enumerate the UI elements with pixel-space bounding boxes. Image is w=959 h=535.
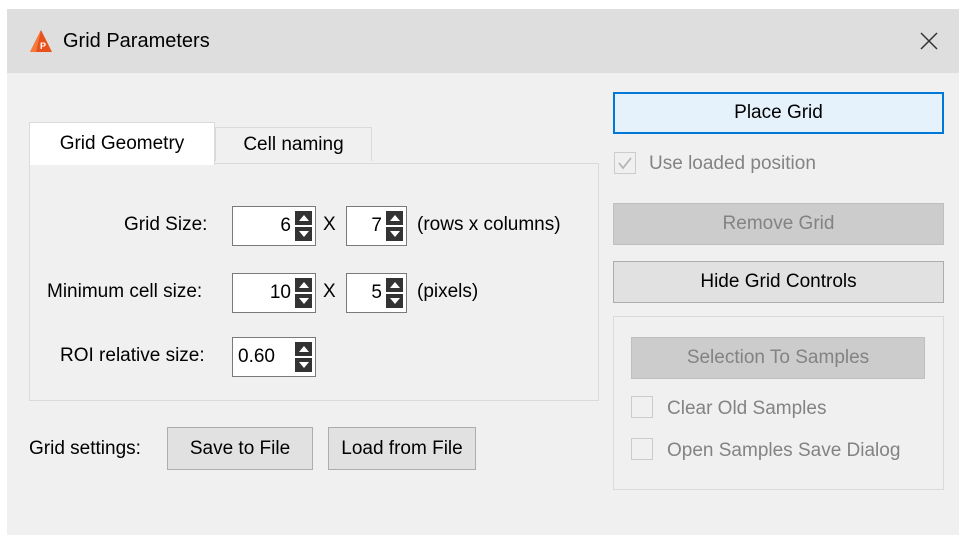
grid-cols-down-icon[interactable] [386,227,403,241]
clear-old-samples-checkbox[interactable] [631,396,653,418]
grid-rows-up-icon[interactable] [295,211,312,225]
save-to-file-button[interactable]: Save to File [167,427,313,470]
tab-cell-naming-label: Cell naming [243,133,344,155]
load-from-file-button[interactable]: Load from File [328,427,476,470]
use-loaded-position-checkbox[interactable] [614,152,636,174]
selection-to-samples-label: Selection To Samples [686,347,870,368]
roi-relative-size-label: ROI relative size: [60,345,205,366]
grid-size-units: (rows x columns) [417,214,561,235]
selection-to-samples-button[interactable]: Selection To Samples [631,337,925,379]
roi-relative-size-down-icon[interactable] [295,358,312,372]
tab-grid-geometry-label: Grid Geometry [59,133,185,154]
min-cell-width-down-icon[interactable] [295,294,312,308]
grid-cols-spinner[interactable]: 7 [346,206,407,246]
min-cell-height-up-icon[interactable] [386,278,403,292]
grid-cols-up-icon[interactable] [386,211,403,225]
clear-old-samples-label: Clear Old Samples [667,398,827,419]
load-from-file-label: Load from File [341,437,463,459]
app-logo-icon: P [29,29,53,53]
tab-cell-naming[interactable]: Cell naming [215,127,372,161]
grid-rows-spinner[interactable]: 6 [232,206,316,246]
place-grid-label: Place Grid [734,102,823,123]
open-samples-save-dialog-checkbox[interactable] [631,438,653,460]
min-cell-size-label: Minimum cell size: [47,281,203,302]
min-cell-width-value: 10 [269,282,291,303]
min-cell-width-up-icon[interactable] [295,278,312,292]
tab-grid-geometry[interactable]: Grid Geometry [29,122,215,165]
grid-cols-value: 7 [371,215,382,236]
hide-grid-controls-label: Hide Grid Controls [700,271,857,292]
open-samples-save-dialog-label: Open Samples Save Dialog [667,440,901,461]
roi-relative-size-spinner[interactable]: 0.60 [232,337,316,377]
save-to-file-label: Save to File [189,437,291,459]
grid-settings-label: Grid settings: [29,438,141,459]
roi-relative-size-up-icon[interactable] [295,342,312,356]
close-icon [920,32,938,50]
close-button[interactable] [899,9,959,73]
min-cell-height-down-icon[interactable] [386,294,403,308]
min-cell-x-separator: X [323,281,336,302]
use-loaded-position-label: Use loaded position [649,153,816,174]
remove-grid-button[interactable]: Remove Grid [613,203,944,245]
window-title: Grid Parameters [63,30,210,52]
grid-rows-value: 6 [280,215,291,236]
remove-grid-label: Remove Grid [722,213,835,234]
grid-size-label: Grid Size: [124,214,208,235]
min-cell-width-spinner[interactable]: 10 [232,273,316,313]
min-cell-height-value: 5 [371,282,382,303]
svg-text:P: P [40,41,46,51]
min-cell-height-spinner[interactable]: 5 [346,273,407,313]
checkmark-icon [618,157,632,170]
grid-size-x-separator: X [323,214,336,235]
grid-rows-down-icon[interactable] [295,227,312,241]
grid-geometry-panel: Grid Size: 6 X 7 (rows x columns) Minimu… [29,163,599,401]
title-bar: P Grid Parameters [7,9,959,73]
roi-relative-size-value: 0.60 [238,346,275,367]
min-cell-size-units: (pixels) [417,281,479,302]
hide-grid-controls-button[interactable]: Hide Grid Controls [613,261,944,303]
grid-parameters-dialog: P Grid Parameters Grid Geometry Cell nam… [7,9,959,535]
place-grid-button[interactable]: Place Grid [613,92,944,134]
